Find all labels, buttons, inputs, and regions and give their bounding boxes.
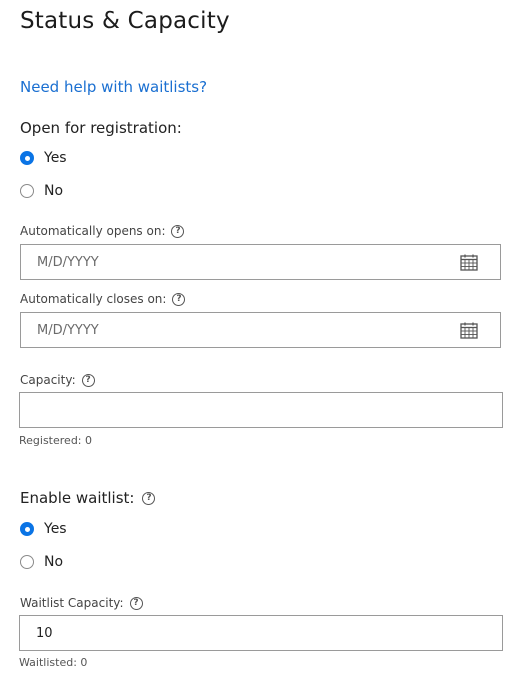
closes-on-field[interactable] [20, 312, 501, 348]
calendar-icon[interactable] [460, 322, 478, 339]
waitlist-capacity-input[interactable] [20, 616, 502, 650]
waitlist-help-link[interactable]: Need help with waitlists? [20, 78, 207, 96]
help-icon[interactable]: ? [172, 292, 186, 306]
registration-yes-radio[interactable] [20, 151, 34, 165]
help-icon[interactable]: ? [129, 596, 143, 610]
waitlist-yes-radio[interactable] [20, 522, 34, 536]
capacity-input[interactable] [20, 393, 502, 427]
waitlist-capacity-label: Waitlist Capacity: [20, 596, 124, 610]
waitlisted-count: Waitlisted: 0 [19, 656, 88, 669]
waitlist-yes-option[interactable]: Yes [20, 521, 67, 537]
registration-yes-label: Yes [44, 150, 67, 166]
waitlist-capacity-field[interactable] [19, 615, 503, 651]
waitlist-no-radio[interactable] [20, 555, 34, 569]
capacity-field[interactable] [19, 392, 503, 428]
registered-count: Registered: 0 [19, 434, 92, 447]
waitlist-no-option[interactable]: No [20, 554, 63, 570]
opens-on-label: Automatically opens on: [20, 224, 166, 238]
help-icon[interactable]: ? [142, 491, 156, 505]
help-icon[interactable]: ? [81, 373, 95, 387]
registration-no-option[interactable]: No [20, 183, 63, 199]
calendar-icon[interactable] [460, 254, 478, 271]
closes-on-input[interactable] [21, 313, 500, 347]
help-icon[interactable]: ? [171, 224, 185, 238]
registration-yes-option[interactable]: Yes [20, 150, 67, 166]
capacity-label-row: Capacity: ? [20, 373, 95, 387]
opens-on-label-row: Automatically opens on: ? [20, 224, 185, 238]
registration-no-radio[interactable] [20, 184, 34, 198]
closes-on-label-row: Automatically closes on: ? [20, 292, 186, 306]
waitlist-label-row: Enable waitlist: ? [20, 489, 156, 507]
waitlist-label: Enable waitlist: [20, 489, 135, 507]
registration-no-label: No [44, 183, 64, 199]
page-title: Status & Capacity [20, 8, 230, 34]
waitlist-capacity-label-row: Waitlist Capacity: ? [20, 596, 143, 610]
opens-on-input[interactable] [21, 245, 500, 279]
closes-on-label: Automatically closes on: [20, 292, 167, 306]
registration-label: Open for registration: [20, 119, 182, 137]
opens-on-field[interactable] [20, 244, 501, 280]
waitlist-yes-label: Yes [44, 521, 67, 537]
waitlist-no-label: No [44, 554, 64, 570]
capacity-label: Capacity: [20, 373, 76, 387]
